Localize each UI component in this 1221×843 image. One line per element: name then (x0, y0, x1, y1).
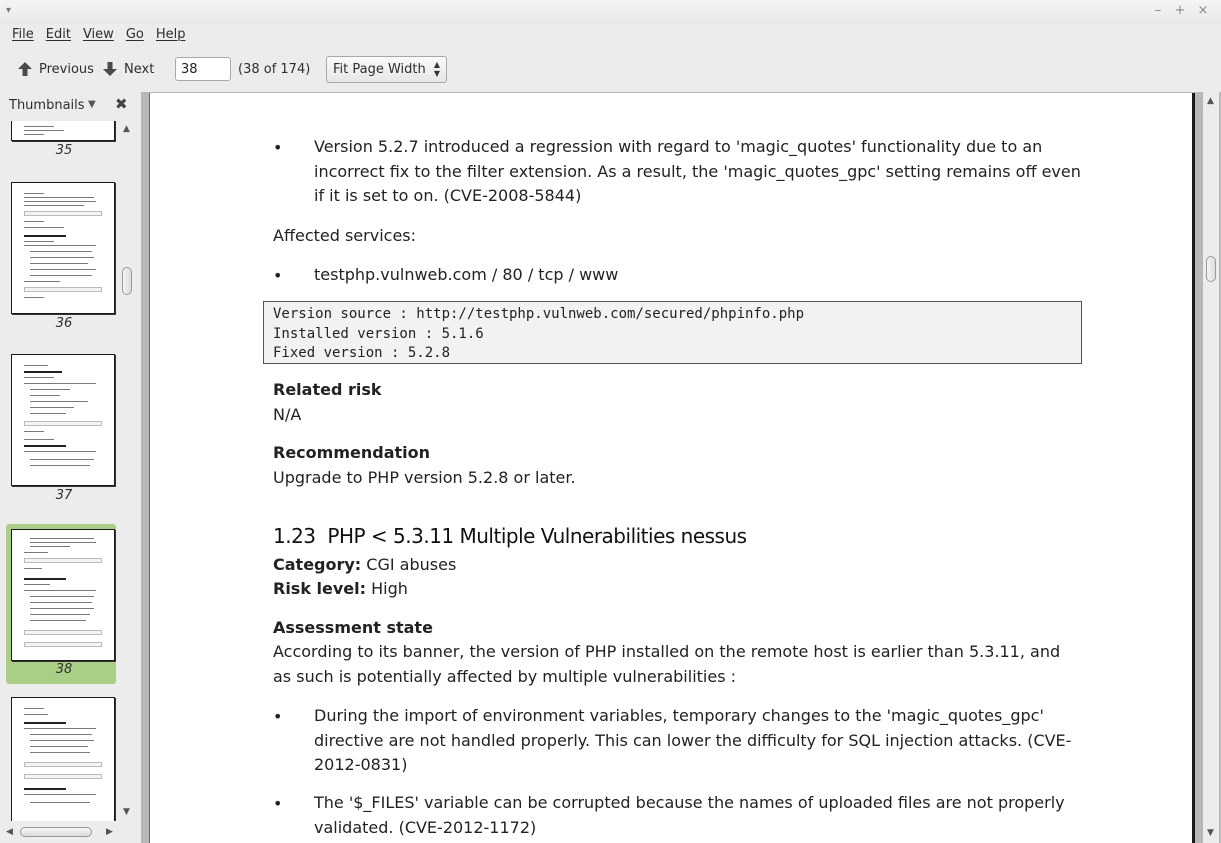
scroll-right-icon[interactable]: ▶ (106, 827, 113, 837)
thumbnail-39[interactable] (6, 697, 116, 821)
scroll-down-icon[interactable]: ▼ (1207, 828, 1214, 838)
service-text: testphp.vulnweb.com / 80 / tcp / www (314, 265, 619, 284)
scroll-down-icon[interactable]: ▼ (123, 807, 130, 817)
thumbnail-label: 38 (55, 662, 73, 677)
menu-view[interactable]: View (77, 24, 120, 46)
bullet: • (273, 794, 283, 813)
zoom-select[interactable]: Fit Page Width ▲ ▼ (326, 56, 447, 83)
previous-label: Previous (39, 61, 94, 77)
menu-bar: File Edit View Go Help (0, 24, 1221, 46)
next-label: Next (124, 61, 155, 77)
thumbnail-page (11, 121, 115, 141)
menu-file[interactable]: File (6, 24, 40, 46)
window-menu-icon[interactable]: ▾ (6, 5, 11, 16)
sidebar-dropdown-icon[interactable]: ▼ (88, 99, 96, 110)
close-window-icon[interactable]: × (1196, 4, 1210, 18)
category-value: CGI abuses (366, 555, 457, 574)
category-label: Category: (273, 555, 362, 574)
risk-level-value: High (371, 579, 408, 598)
document-vertical-scrollbar[interactable]: ▲ ▼ (1203, 92, 1219, 843)
thumbnail-vertical-scrollbar[interactable]: ▲ ▼ (120, 121, 134, 821)
menu-help[interactable]: Help (150, 24, 192, 46)
section-title: PHP < 5.3.11 Multiple Vulnerabilities ne… (327, 524, 747, 548)
assessment-label: Assessment state (273, 618, 433, 637)
thumbnail-horizontal-scrollbar[interactable]: ◀ ▶ (2, 825, 118, 839)
sidebar-title: Thumbnails (9, 98, 85, 113)
scroll-left-icon[interactable]: ◀ (6, 827, 13, 837)
thumbnail-page (11, 529, 115, 661)
thumbnail-36[interactable]: 36 (6, 182, 116, 342)
sidebar: Thumbnails ▼ ✖ 35 36 37 38 ▲ ▼ ◀ ▶ (0, 92, 140, 843)
code-line: Version source : http://testphp.vulnweb.… (273, 306, 805, 322)
recommendation-value: Upgrade to PHP version 5.2.8 or later. (273, 468, 576, 487)
scrollbar-thumb[interactable] (1206, 256, 1216, 282)
related-risk-value: N/A (273, 405, 302, 424)
sidebar-header: Thumbnails ▼ ✖ (0, 92, 140, 118)
select-arrows-icon: ▲ ▼ (433, 60, 440, 78)
menu-edit[interactable]: Edit (40, 24, 77, 46)
window-titlebar: ▾ – + × (0, 0, 1221, 24)
page-count: (38 of 174) (238, 62, 311, 77)
thumbnail-35[interactable]: 35 (6, 121, 116, 158)
bullet: • (273, 266, 283, 285)
thumbnail-37[interactable]: 37 (6, 354, 116, 514)
thumbnail-label: 36 (55, 316, 73, 331)
sidebar-close-icon[interactable]: ✖ (115, 95, 128, 113)
maximize-icon[interactable]: + (1173, 4, 1187, 18)
section-number: 1.23 (273, 524, 316, 548)
affected-services-label: Affected services: (273, 226, 417, 245)
risk-level-label: Risk level: (273, 579, 367, 598)
bullet: • (273, 138, 283, 157)
thumbnail-page (11, 697, 115, 821)
code-line: Fixed version : 5.2.8 (273, 345, 451, 361)
previous-button[interactable]: Previous (17, 58, 94, 80)
thumbnail-38[interactable]: 38 (6, 524, 116, 684)
arrow-down-icon (103, 62, 117, 76)
risk-level-line: Risk level: High (273, 577, 408, 602)
related-risk-label: Related risk (273, 380, 382, 399)
page-number-input[interactable] (175, 57, 231, 81)
bullet: • (273, 707, 283, 726)
thumbnail-label: 37 (55, 488, 73, 503)
bullet-text: Version 5.2.7 introduced a regression wi… (314, 137, 1081, 205)
code-line: Installed version : 5.1.6 (273, 325, 484, 342)
zoom-select-value: Fit Page Width (333, 62, 426, 77)
code-block: Version source : http://testphp.vulnweb.… (263, 301, 1082, 364)
minimize-icon[interactable]: – (1151, 4, 1165, 18)
scrollbar-thumb[interactable] (20, 827, 92, 837)
bullet-text: The '$_FILES' variable can be corrupted … (314, 793, 1065, 837)
thumbnail-list: 35 36 37 38 (0, 121, 120, 821)
thumbnail-page (11, 182, 115, 314)
thumbnail-page (11, 354, 115, 486)
scrollbar-thumb[interactable] (122, 267, 132, 295)
thumbnail-label: 35 (55, 143, 73, 158)
category-line: Category: CGI abuses (273, 553, 456, 578)
arrow-up-icon (18, 62, 32, 76)
bullet-text: During the import of environment variabl… (314, 706, 1072, 774)
menu-go[interactable]: Go (120, 24, 150, 46)
scroll-up-icon[interactable]: ▲ (123, 124, 130, 134)
next-button[interactable]: Next (102, 58, 154, 80)
document-view: • Version 5.2.7 introduced a regression … (141, 92, 1221, 843)
scroll-up-icon[interactable]: ▲ (1207, 96, 1214, 106)
section-heading: 1.23 PHP < 5.3.11 Multiple Vulnerabiliti… (273, 524, 747, 548)
recommendation-label: Recommendation (273, 443, 430, 462)
document-page: • Version 5.2.7 introduced a regression … (149, 93, 1195, 843)
assessment-text: According to its banner, the version of … (273, 642, 1061, 686)
